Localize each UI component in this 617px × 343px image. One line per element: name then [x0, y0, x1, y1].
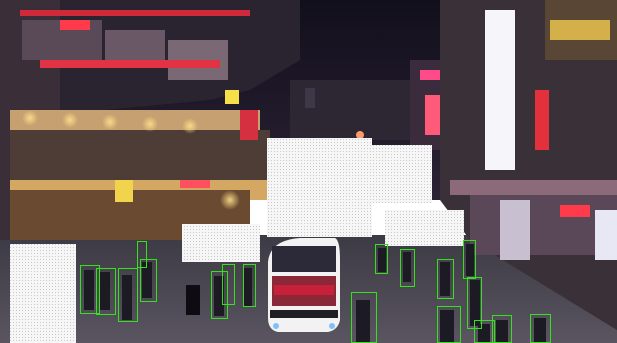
mask-region	[182, 224, 260, 262]
shuttle-bus	[268, 238, 340, 332]
left-building	[0, 0, 300, 240]
street-scene-image	[0, 0, 617, 343]
mask-region	[372, 145, 432, 203]
mask-region	[267, 138, 372, 237]
mask-region	[385, 210, 464, 246]
mask-region	[10, 244, 76, 343]
